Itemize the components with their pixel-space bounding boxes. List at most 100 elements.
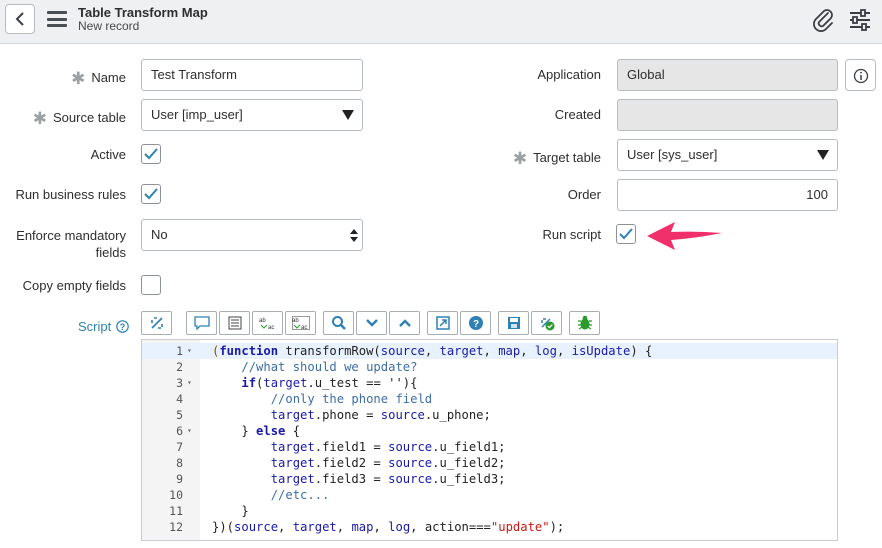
run-business-rules-checkbox[interactable]: [141, 184, 161, 204]
fold-toggle-icon[interactable]: ▾: [187, 375, 192, 391]
code-text: if(target.u_test == ''){: [241, 376, 418, 390]
replace-all-button[interactable]: ab ac: [285, 311, 316, 335]
comment-button[interactable]: [186, 311, 217, 335]
search-button[interactable]: [323, 311, 354, 335]
code-text: //only the phone field: [270, 392, 433, 406]
source-table-value: User [imp_user]: [151, 107, 243, 122]
order-input[interactable]: 100: [617, 179, 838, 211]
format-code-button[interactable]: [141, 311, 172, 335]
checkmark-icon: [144, 188, 158, 200]
line-number: 9: [176, 472, 183, 486]
required-asterisk-icon: ✱: [512, 149, 528, 168]
code-line[interactable]: 2 //what should we update?: [142, 359, 837, 375]
order-label: Order: [567, 187, 601, 202]
source-table-select[interactable]: User [imp_user]: [141, 99, 363, 131]
paperclip-icon[interactable]: [812, 8, 836, 32]
enforce-mandatory-select[interactable]: No: [141, 219, 363, 251]
replace-all-icon: abac: [291, 316, 310, 330]
target-table-label: ✱ Target table: [512, 149, 601, 168]
code-text: }: [212, 504, 249, 518]
required-asterisk-icon: ✱: [32, 109, 47, 128]
replace-button[interactable]: ab ac: [252, 311, 283, 335]
code-line[interactable]: 1 ▾ (function transformRow(source, target,…: [142, 343, 837, 359]
code-text: } else {: [212, 424, 301, 438]
debug-button[interactable]: [569, 311, 600, 335]
svg-text:ab: ab: [292, 318, 299, 324]
code-line[interactable]: 8 target.field2 = source.u_field2;: [142, 455, 837, 471]
code-line[interactable]: 12 })(source, target, map, log, action===…: [142, 519, 837, 535]
copy-empty-fields-checkbox[interactable]: [141, 275, 161, 295]
application-label: Application: [537, 67, 601, 82]
search-icon: [331, 316, 346, 330]
line-number: 7: [176, 440, 183, 454]
target-table-select[interactable]: User [sys_user]: [617, 139, 838, 171]
uncomment-button[interactable]: [219, 311, 250, 335]
fullscreen-button[interactable]: [427, 311, 458, 335]
code-line[interactable]: 9 target.field3 = source.u_field3;: [142, 471, 837, 487]
code-line[interactable]: 11 }: [142, 503, 837, 519]
active-checkbox[interactable]: [141, 144, 161, 164]
required-asterisk-icon: ✱: [71, 69, 86, 88]
check-syntax-button[interactable]: [531, 311, 562, 335]
code-text: //what should we update?: [241, 360, 418, 374]
back-button[interactable]: [5, 4, 35, 34]
run-business-rules-label: Run business rules: [15, 187, 126, 202]
line-number: 3: [176, 376, 183, 390]
code-line[interactable]: 3 ▾ if(target.u_test == ''){: [142, 375, 837, 391]
sliders-icon[interactable]: [848, 9, 872, 31]
menu-icon[interactable]: [47, 11, 67, 27]
svg-text:ac: ac: [268, 325, 274, 330]
help-circle-icon: ?: [116, 320, 129, 333]
fold-toggle-icon[interactable]: ▾: [187, 423, 192, 439]
script-label[interactable]: Script ?: [78, 318, 129, 334]
run-script-label: Run script: [542, 227, 601, 242]
save-button[interactable]: [498, 311, 529, 335]
help-icon: ?: [468, 316, 483, 330]
enforce-mandatory-label: Enforce mandatory fields: [16, 228, 126, 260]
created-label: Created: [554, 107, 601, 122]
enforce-mandatory-value: No: [151, 227, 168, 242]
info-button[interactable]: [845, 59, 876, 91]
code-line[interactable]: 7 target.field1 = source.u_field1;: [142, 439, 837, 455]
line-number: 11: [169, 504, 183, 518]
line-number: 1: [176, 344, 183, 358]
comment-icon: [193, 316, 210, 330]
code-line[interactable]: 6 ▾ } else {: [142, 423, 837, 439]
code-text: target.field3 = source.u_field3;: [270, 472, 506, 486]
format-code-icon: [150, 317, 163, 329]
source-table-label: ✱ Source table: [32, 109, 126, 128]
line-number: 4: [176, 392, 183, 406]
page-subtitle: New record: [78, 19, 140, 33]
debug-icon: [577, 315, 592, 330]
help-button[interactable]: ?: [460, 311, 491, 335]
chevron-up-icon: [398, 319, 411, 327]
name-input[interactable]: Test Transform: [141, 59, 363, 91]
application-field: Global: [617, 59, 838, 91]
find-previous-button[interactable]: [389, 311, 420, 335]
line-number: 5: [176, 408, 183, 422]
svg-text:ab: ab: [259, 318, 266, 324]
code-text: })(source, target, map, log, action==="u…: [212, 520, 565, 534]
fold-toggle-icon[interactable]: ▾: [187, 343, 192, 359]
script-editor[interactable]: 1 ▾ (function transformRow(source, target,…: [141, 339, 838, 541]
replace-icon: abac: [259, 318, 274, 330]
chevron-left-icon: [15, 12, 24, 26]
run-script-checkbox[interactable]: [616, 224, 636, 244]
created-field: [617, 99, 838, 131]
checkmark-icon: [619, 228, 633, 240]
checkmark-icon: [144, 148, 158, 160]
find-next-button[interactable]: [356, 311, 387, 335]
code-text: target.field1 = source.u_field1;: [270, 440, 506, 454]
annotation-arrow-icon: [647, 222, 722, 250]
line-number: 10: [169, 488, 183, 502]
code-text: (function transformRow(source, target, m…: [212, 344, 653, 358]
dropdown-arrow-icon: [817, 150, 829, 160]
code-line[interactable]: 4 //only the phone field: [142, 391, 837, 407]
code-line[interactable]: 5 target.phone = source.u_phone;: [142, 407, 837, 423]
line-number: 12: [169, 520, 183, 534]
svg-text:ac: ac: [301, 325, 307, 330]
target-table-value: User [sys_user]: [627, 147, 718, 162]
save-icon: [507, 317, 520, 329]
page-title: Table Transform Map: [78, 5, 208, 20]
code-line[interactable]: 10 //etc...: [142, 487, 837, 503]
